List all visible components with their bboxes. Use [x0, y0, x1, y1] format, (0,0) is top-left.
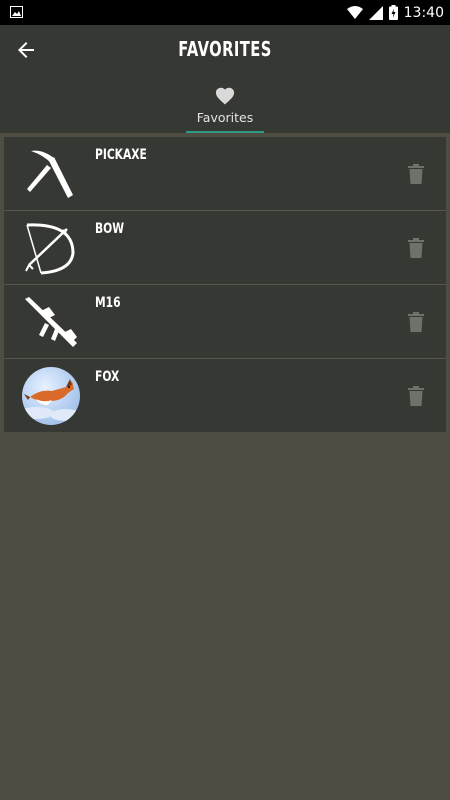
arrow-back-icon[interactable] [14, 38, 38, 62]
favorites-list: PICKAXE BOW M16 FOX [4, 137, 446, 432]
tab-indicator [186, 131, 264, 133]
list-item[interactable]: BOW [4, 211, 446, 285]
tab-label: Favorites [196, 110, 254, 125]
item-name: M16 [95, 295, 121, 311]
fox-illustration [22, 379, 80, 421]
list-item[interactable]: M16 [4, 285, 446, 359]
app-bar: FAVORITES Favorites [0, 25, 450, 133]
item-name: PICKAXE [95, 147, 147, 163]
tab-favorites[interactable]: Favorites [186, 81, 264, 133]
item-name: BOW [95, 221, 125, 237]
signal-icon [368, 5, 383, 20]
trash-icon[interactable] [408, 238, 424, 258]
battery-charging-icon [388, 5, 398, 20]
status-bar: 13:40 [0, 0, 450, 25]
bow-icon [25, 223, 75, 275]
list-item[interactable]: FOX [4, 359, 446, 432]
trash-icon[interactable] [408, 164, 424, 184]
wifi-icon [346, 5, 363, 19]
trash-icon[interactable] [408, 312, 424, 332]
item-name: FOX [95, 369, 120, 385]
pickaxe-icon [27, 150, 73, 198]
list-item[interactable]: PICKAXE [4, 137, 446, 211]
page-title: FAVORITES [178, 37, 272, 61]
fox-avatar [22, 367, 80, 425]
trash-icon[interactable] [408, 386, 424, 406]
rifle-icon [25, 297, 77, 347]
status-time: 13:40 [403, 4, 444, 21]
image-icon [10, 6, 23, 18]
heart-icon [215, 87, 235, 105]
